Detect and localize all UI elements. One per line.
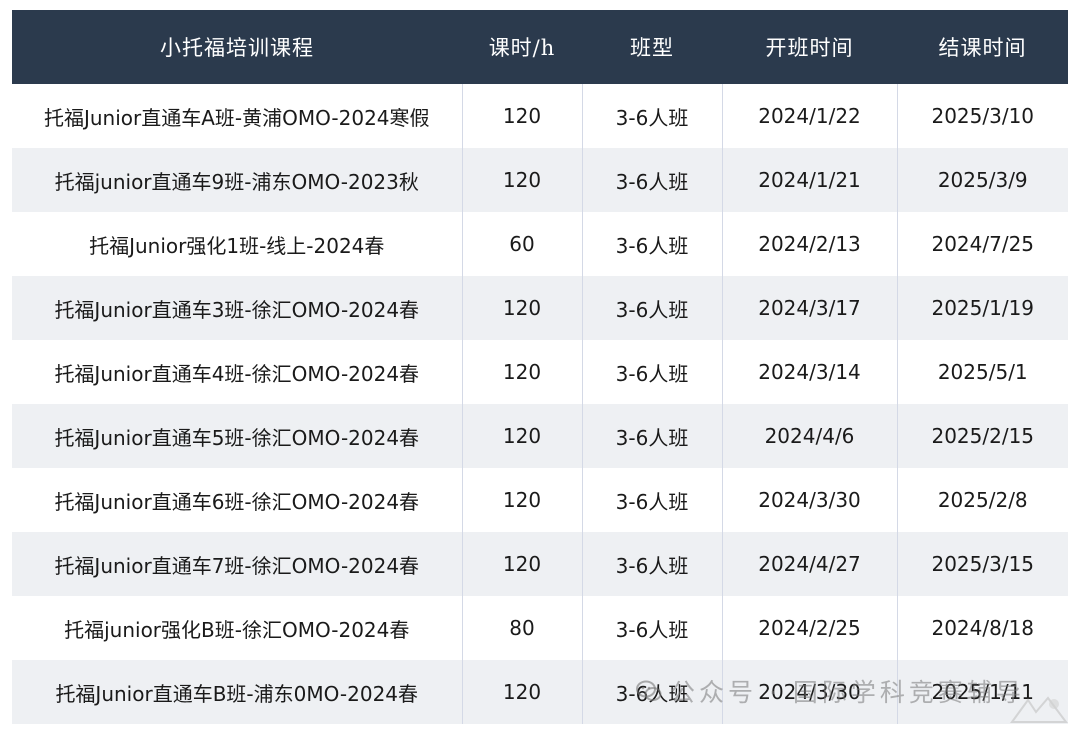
cell-end-date: 2025/1/11	[931, 680, 1035, 704]
cell-hours: 60	[462, 212, 583, 276]
table-row: 托福Junior直通车6班-徐汇OMO-2024春 120 3-6人班 2024…	[12, 468, 1068, 532]
cell-end-date: 2025/3/10	[931, 104, 1035, 128]
cell-start-date: 2024/3/17	[722, 276, 898, 340]
cell-start-date: 2024/3/14	[722, 340, 898, 404]
cell-course: 托福junior强化B班-徐汇OMO-2024春	[12, 596, 463, 660]
cell-end-date: 2025/1/19	[931, 296, 1035, 320]
cell-start-date: 2024/4/6	[722, 404, 898, 468]
cell-hours: 80	[462, 596, 583, 660]
table-row: 托福junior强化B班-徐汇OMO-2024春 80 3-6人班 2024/2…	[12, 596, 1068, 660]
cell-class-type: 3-6人班	[582, 84, 723, 148]
cell-class-type: 3-6人班	[582, 340, 723, 404]
cell-hours: 120	[462, 532, 583, 596]
cell-start-date: 2024/3/30	[722, 660, 898, 724]
cell-class-type: 3-6人班	[582, 660, 723, 724]
cell-hours: 120	[462, 404, 583, 468]
cell-end-date: 2025/3/9	[937, 168, 1028, 192]
cell-course: 托福Junior强化1班-线上-2024春	[12, 212, 463, 276]
cell-class-type: 3-6人班	[582, 212, 723, 276]
cell-course: 托福Junior直通车B班-浦东0MO-2024春	[12, 660, 463, 724]
cell-start-date: 2024/1/22	[722, 84, 898, 148]
header-start-date: 开班时间	[765, 36, 854, 60]
cell-course: 托福Junior直通车6班-徐汇OMO-2024春	[12, 468, 463, 532]
cell-course: 托福junior直通车9班-浦东OMO-2023秋	[12, 148, 463, 212]
cell-end-date: 2025/2/15	[931, 424, 1035, 448]
table-row: 托福Junior直通车7班-徐汇OMO-2024春 120 3-6人班 2024…	[12, 532, 1068, 596]
cell-start-date: 2024/2/13	[722, 212, 898, 276]
cell-end-date: 2025/3/15	[931, 552, 1035, 576]
cell-hours: 120	[462, 660, 583, 724]
table-header: 小托福培训课程 课时/h 班型 开班时间 结课时间	[12, 10, 1068, 84]
header-end-date: 结课时间	[938, 36, 1027, 60]
course-table-container: 小托福培训课程 课时/h 班型 开班时间 结课时间 托福Junior直通车A班-…	[12, 10, 1068, 724]
header-class-type: 班型	[630, 36, 674, 60]
cell-course: 托福Junior直通车3班-徐汇OMO-2024春	[12, 276, 463, 340]
cell-course: 托福Junior直通车A班-黄浦OMO-2024寒假	[12, 84, 463, 148]
cell-course: 托福Junior直通车5班-徐汇OMO-2024春	[12, 404, 463, 468]
cell-class-type: 3-6人班	[582, 404, 723, 468]
cell-class-type: 3-6人班	[582, 532, 723, 596]
cell-course: 托福Junior直通车7班-徐汇OMO-2024春	[12, 532, 463, 596]
cell-hours: 120	[462, 84, 583, 148]
cell-start-date: 2024/2/25	[722, 596, 898, 660]
table-row: 托福Junior直通车3班-徐汇OMO-2024春 120 3-6人班 2024…	[12, 276, 1068, 340]
cell-class-type: 3-6人班	[582, 276, 723, 340]
cell-end-date: 2024/8/18	[931, 616, 1035, 640]
table-row: 托福Junior直通车B班-浦东0MO-2024春 120 3-6人班 2024…	[12, 660, 1068, 724]
cell-start-date: 2024/4/27	[722, 532, 898, 596]
header-row: 小托福培训课程 课时/h 班型 开班时间 结课时间	[12, 10, 1068, 84]
cell-hours: 120	[462, 340, 583, 404]
cell-class-type: 3-6人班	[582, 596, 723, 660]
cell-end-date: 2024/7/25	[931, 232, 1035, 256]
header-course: 小托福培训课程	[160, 36, 314, 60]
table-row: 托福Junior直通车4班-徐汇OMO-2024春 120 3-6人班 2024…	[12, 340, 1068, 404]
cell-start-date: 2024/1/21	[722, 148, 898, 212]
cell-start-date: 2024/3/30	[722, 468, 898, 532]
cell-hours: 120	[462, 468, 583, 532]
table-body: 托福Junior直通车A班-黄浦OMO-2024寒假 120 3-6人班 202…	[12, 84, 1068, 724]
header-hours: 课时/h	[488, 36, 556, 60]
cell-class-type: 3-6人班	[582, 468, 723, 532]
cell-class-type: 3-6人班	[582, 148, 723, 212]
cell-course: 托福Junior直通车4班-徐汇OMO-2024春	[12, 340, 463, 404]
cell-end-date: 2025/2/8	[937, 488, 1028, 512]
table-row: 托福Junior直通车5班-徐汇OMO-2024春 120 3-6人班 2024…	[12, 404, 1068, 468]
table-row: 托福junior直通车9班-浦东OMO-2023秋 120 3-6人班 2024…	[12, 148, 1068, 212]
table-row: 托福Junior直通车A班-黄浦OMO-2024寒假 120 3-6人班 202…	[12, 84, 1068, 148]
cell-hours: 120	[462, 276, 583, 340]
course-schedule-table: 小托福培训课程 课时/h 班型 开班时间 结课时间 托福Junior直通车A班-…	[12, 10, 1068, 724]
cell-end-date: 2025/5/1	[937, 360, 1028, 384]
cell-hours: 120	[462, 148, 583, 212]
table-row: 托福Junior强化1班-线上-2024春 60 3-6人班 2024/2/13…	[12, 212, 1068, 276]
